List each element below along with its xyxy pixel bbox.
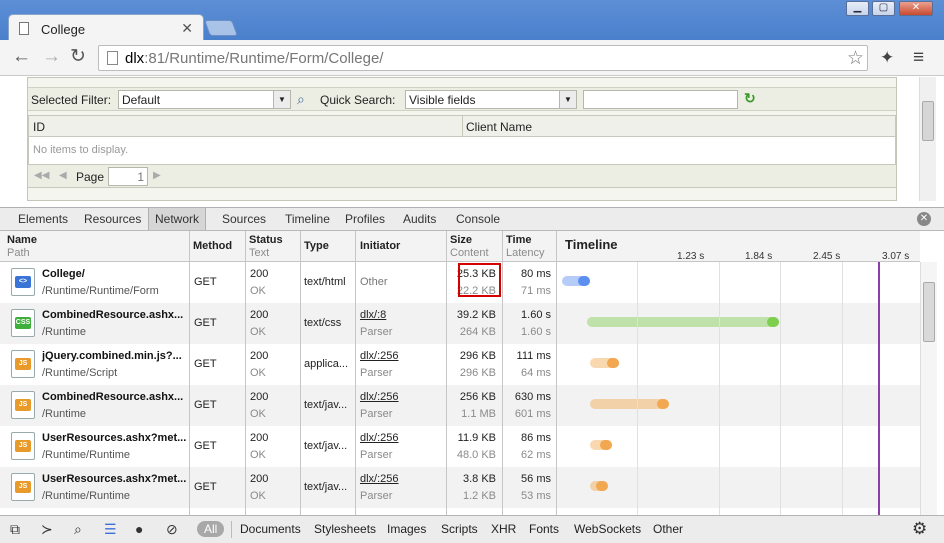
- close-devtools-icon[interactable]: ✕: [917, 212, 931, 226]
- maximize-button[interactable]: ▢: [872, 1, 895, 16]
- grid-header: ID Client Name: [29, 116, 895, 137]
- column-divider: [503, 231, 557, 515]
- empty-message: No items to display.: [33, 144, 129, 156]
- tab-elements[interactable]: Elements: [12, 208, 74, 230]
- console-icon[interactable]: ≻: [41, 521, 53, 538]
- filter-other[interactable]: Other: [653, 522, 683, 536]
- timeline-bar-end: [596, 481, 609, 491]
- page-scrollbar[interactable]: [919, 77, 936, 201]
- timeline-bar-end: [606, 358, 619, 368]
- timeline-bar-end: [766, 317, 779, 327]
- minimize-button[interactable]: ▁: [846, 1, 869, 16]
- timeline-bar-end: [578, 276, 591, 286]
- column-divider: [356, 231, 447, 515]
- chevron-down-icon[interactable]: ▼: [559, 91, 576, 108]
- filter-stylesheets[interactable]: Stylesheets: [314, 522, 376, 536]
- list-view-icon[interactable]: ☰: [104, 521, 117, 538]
- page-icon: [107, 51, 118, 65]
- tab-resources[interactable]: Resources: [78, 208, 147, 230]
- tab-timeline[interactable]: Timeline: [279, 208, 336, 230]
- timeline-bar[interactable]: [586, 317, 779, 327]
- quick-search-icon: ⌕: [297, 91, 305, 107]
- pager: ◀◀ ◀ Page 1 ▶: [28, 164, 896, 188]
- filter-xhr[interactable]: XHR: [491, 522, 516, 536]
- url-text[interactable]: dlx:81/Runtime/Runtime/Form/College/: [125, 50, 383, 67]
- extension-icon[interactable]: ✦: [880, 48, 894, 68]
- prev-page-icon[interactable]: ◀: [59, 170, 67, 181]
- filter-all[interactable]: All: [197, 521, 225, 537]
- filter-documents[interactable]: Documents: [240, 522, 301, 536]
- devtools-tabbar: Elements Resources Network Sources Timel…: [0, 207, 944, 231]
- window-titlebar: College ✕ ▁ ▢ ✕: [0, 0, 944, 42]
- column-divider: [301, 231, 356, 515]
- close-tab-icon[interactable]: ✕: [181, 20, 193, 37]
- first-page-icon[interactable]: ◀◀: [34, 170, 49, 181]
- search-icon[interactable]: ⌕: [74, 521, 82, 538]
- tab-audits[interactable]: Audits: [397, 208, 442, 230]
- next-page-icon[interactable]: ▶: [153, 170, 161, 181]
- timeline-bar-end: [599, 440, 612, 450]
- new-tab-button[interactable]: [204, 20, 238, 36]
- dock-icon[interactable]: ⧉: [10, 521, 20, 538]
- header-timeline[interactable]: Timeline: [565, 237, 618, 252]
- refresh-icon[interactable]: ↻: [744, 90, 756, 107]
- filter-separator: [231, 521, 232, 538]
- menu-icon[interactable]: ≡: [913, 47, 924, 69]
- page-content: Selected Filter: Default ▼ ⌕ Quick Searc…: [0, 77, 944, 207]
- data-grid: ID Client Name No items to display.: [28, 115, 896, 165]
- timeline-gridline: [719, 231, 720, 515]
- gear-icon[interactable]: ⚙: [912, 519, 927, 539]
- timeline-tick-label: 1.84 s: [745, 251, 773, 262]
- column-divider: [190, 231, 246, 515]
- filter-label: Selected Filter:: [31, 93, 112, 107]
- tab-profiles[interactable]: Profiles: [339, 208, 391, 230]
- search-input[interactable]: [583, 90, 738, 109]
- highlight-box: [458, 263, 501, 297]
- tab-network[interactable]: Network: [148, 208, 207, 230]
- filter-scripts[interactable]: Scripts: [441, 522, 478, 536]
- column-divider: [0, 231, 190, 515]
- filter-select[interactable]: Default ▼: [118, 90, 291, 109]
- browser-tab[interactable]: College ✕: [8, 14, 204, 42]
- reload-icon[interactable]: ↻: [70, 47, 86, 67]
- load-event-marker: [878, 262, 880, 515]
- tab-sources[interactable]: Sources: [216, 208, 272, 230]
- timeline-bar-end: [656, 399, 669, 409]
- timeline-tick-label: 3.07 s: [882, 251, 910, 262]
- tab-console[interactable]: Console: [450, 208, 506, 230]
- timeline-gridline: [637, 231, 638, 515]
- chevron-down-icon[interactable]: ▼: [273, 91, 290, 108]
- filter-bar: Selected Filter: Default ▼ ⌕ Quick Searc…: [28, 87, 896, 111]
- timeline-gridline: [842, 231, 843, 515]
- column-id[interactable]: ID: [33, 120, 45, 134]
- timeline-tick-label: 2.45 s: [813, 251, 841, 262]
- grid-panel: Selected Filter: Default ▼ ⌕ Quick Searc…: [27, 77, 897, 201]
- timeline-tick-label: 1.23 s: [677, 251, 705, 262]
- quick-search-select[interactable]: Visible fields ▼: [405, 90, 577, 109]
- quick-search-label: Quick Search:: [320, 93, 396, 107]
- forward-icon[interactable]: →: [42, 47, 61, 67]
- timeline-gridline: [780, 231, 781, 515]
- devtools-statusbar: ⧉ ≻ ⌕ ☰ ● ⊘ All Documents Stylesheets Image…: [0, 515, 944, 543]
- column-divider: [246, 231, 301, 515]
- browser-toolbar: ← → ↻ dlx:81/Runtime/Runtime/Form/Colleg…: [0, 40, 944, 76]
- address-bar[interactable]: dlx:81/Runtime/Runtime/Form/College/ ☆: [98, 45, 868, 71]
- clear-icon[interactable]: ⊘: [166, 521, 178, 538]
- close-window-button[interactable]: ✕: [899, 1, 933, 16]
- filter-fonts[interactable]: Fonts: [529, 522, 559, 536]
- bookmark-star-icon[interactable]: ☆: [847, 47, 864, 70]
- page-icon: [19, 22, 29, 35]
- column-client-name[interactable]: Client Name: [466, 120, 532, 134]
- page-number-input[interactable]: 1: [108, 167, 148, 186]
- filter-websockets[interactable]: WebSockets: [574, 522, 641, 536]
- network-scrollbar[interactable]: [920, 262, 937, 515]
- record-icon[interactable]: ●: [135, 521, 143, 537]
- page-label: Page: [76, 170, 105, 184]
- tab-title: College: [41, 22, 86, 37]
- filter-images[interactable]: Images: [387, 522, 426, 536]
- back-icon[interactable]: ←: [12, 47, 31, 67]
